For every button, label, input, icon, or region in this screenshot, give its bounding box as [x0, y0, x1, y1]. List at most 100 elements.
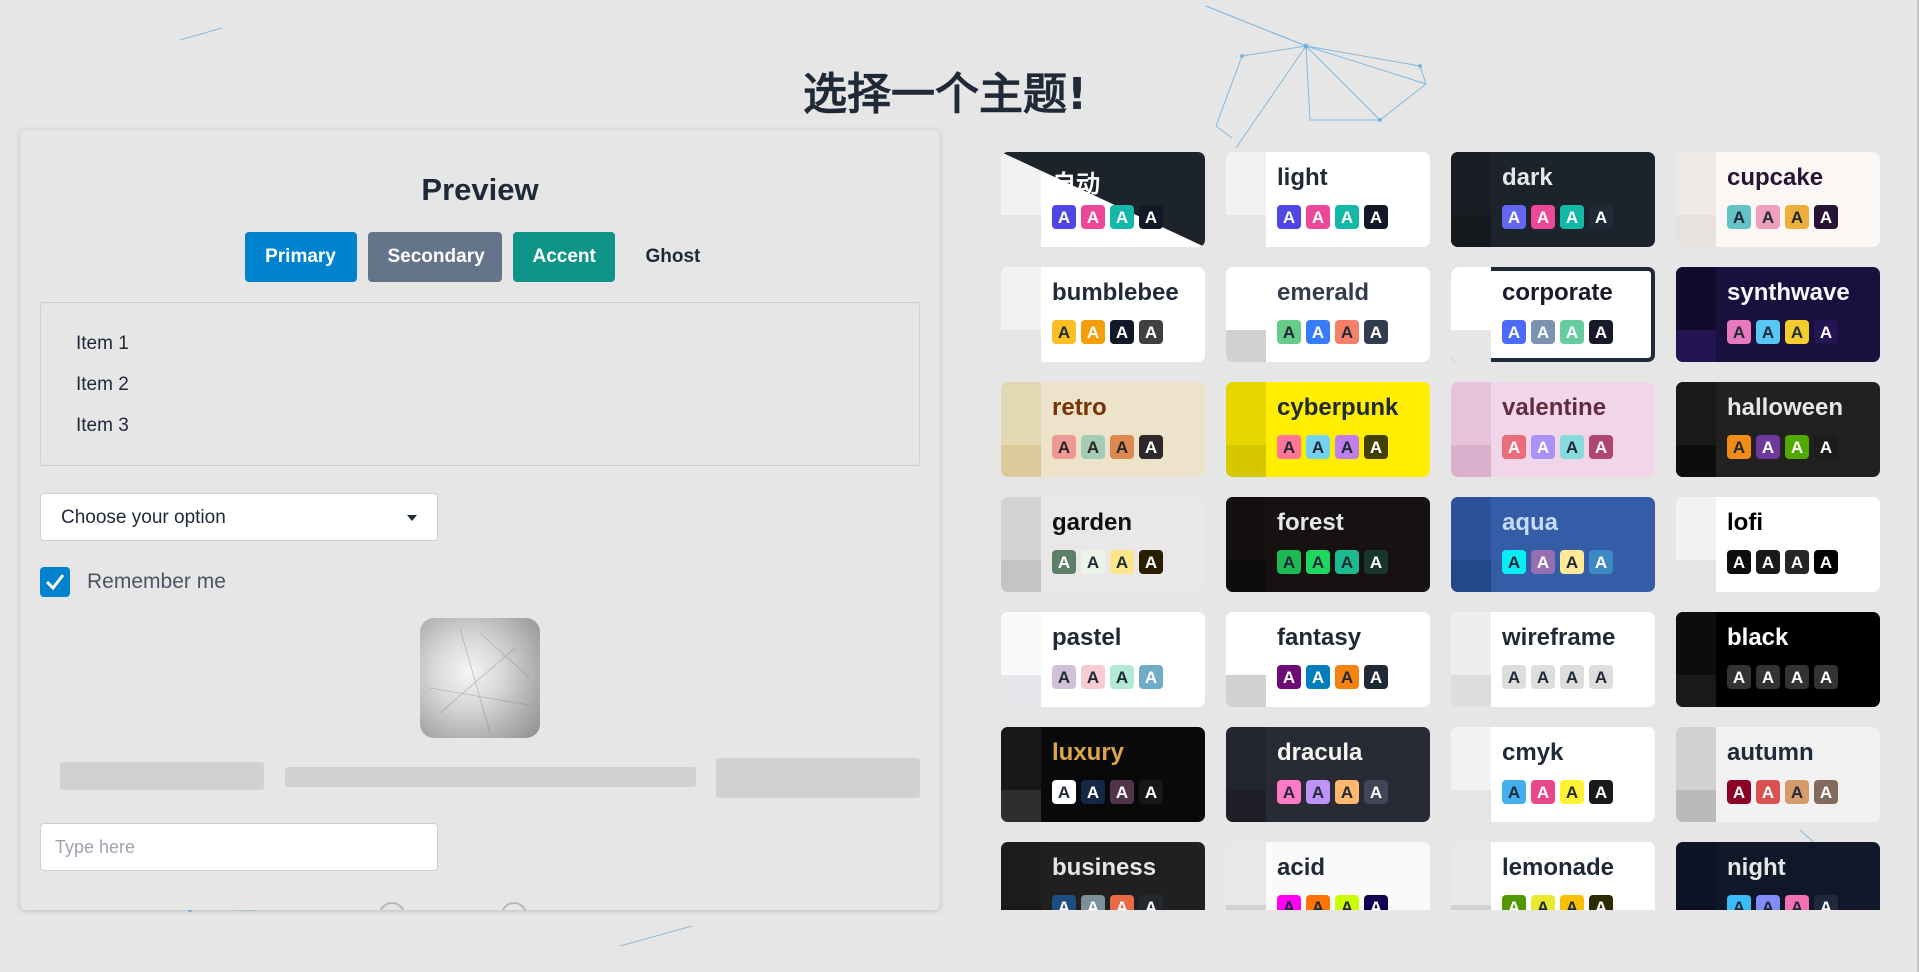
theme-swatch: A: [1139, 550, 1163, 574]
theme-swatches: AAAA: [1052, 550, 1163, 574]
list-item[interactable]: Item 2: [76, 374, 129, 396]
secondary-button[interactable]: Secondary: [367, 232, 502, 282]
remember-checkbox[interactable]: [40, 567, 70, 597]
theme-swatch: A: [1785, 550, 1809, 574]
type-here-input[interactable]: [40, 823, 438, 871]
theme-card-luxury[interactable]: luxury A A A A: [1001, 727, 1205, 822]
theme-swatch: A: [1814, 780, 1838, 804]
theme-color-strip: [1676, 905, 1716, 910]
theme-card-dark[interactable]: dark A A A A: [1451, 152, 1655, 247]
theme-card-light[interactable]: light A A A A: [1226, 152, 1430, 247]
theme-name: halloween: [1727, 394, 1844, 421]
theme-color-strip: [1451, 330, 1491, 362]
theme-swatch: A: [1785, 320, 1809, 344]
theme-swatch: A: [1364, 895, 1388, 910]
theme-swatch: A: [1727, 550, 1751, 574]
theme-swatch: A: [1756, 780, 1780, 804]
theme-card-garden[interactable]: garden A A A A: [1001, 497, 1205, 592]
theme-card-forest[interactable]: forest A A A A: [1226, 497, 1430, 592]
theme-card-black[interactable]: black A A A A: [1676, 612, 1880, 707]
theme-color-strip: [1226, 905, 1266, 910]
option-select[interactable]: Choose your option: [40, 493, 438, 541]
theme-swatch: A: [1814, 435, 1838, 459]
theme-swatch: A: [1052, 320, 1076, 344]
theme-swatch: A: [1589, 205, 1613, 229]
theme-card-lofi[interactable]: lofi A A A A: [1676, 497, 1880, 592]
theme-card-valentine[interactable]: valentine A A A A: [1451, 382, 1655, 477]
theme-card-aqua[interactable]: aqua A A A A: [1451, 497, 1655, 592]
theme-name: light: [1277, 164, 1328, 191]
theme-swatches: AAAA: [1502, 435, 1613, 459]
theme-color-strip: [1676, 445, 1716, 477]
theme-card-corporate[interactable]: corporate A A A A: [1451, 267, 1655, 362]
theme-card-dracula[interactable]: dracula A A A A: [1226, 727, 1430, 822]
theme-card-cupcake[interactable]: cupcake A A A A: [1676, 152, 1880, 247]
list-item[interactable]: Item 1: [76, 333, 129, 355]
theme-card-lemonade[interactable]: lemonade A A A A: [1451, 842, 1655, 910]
theme-name: valentine: [1502, 394, 1607, 421]
theme-card-bumblebee[interactable]: bumblebee A A A A: [1001, 267, 1205, 362]
theme-swatch: A: [1785, 435, 1809, 459]
theme-swatches: AAAA: [1502, 895, 1613, 910]
theme-card-wireframe[interactable]: wireframe A A A A: [1451, 612, 1655, 707]
theme-card-acid[interactable]: acid A A A A: [1226, 842, 1430, 910]
theme-name: cmyk: [1502, 739, 1564, 766]
theme-swatch: A: [1052, 205, 1076, 229]
theme-card-night[interactable]: night A A A A: [1676, 842, 1880, 910]
theme-color-strip: [1451, 152, 1491, 215]
theme-card-cmyk[interactable]: cmyk A A A A: [1451, 727, 1655, 822]
theme-swatch: A: [1110, 550, 1134, 574]
theme-color-strip: [1676, 675, 1716, 707]
theme-color-strip: [1451, 382, 1491, 445]
theme-swatches: AAAA: [1277, 665, 1388, 689]
theme-card-synthwave[interactable]: synthwave A A A A: [1676, 267, 1880, 362]
theme-swatch: A: [1052, 780, 1076, 804]
ghost-button[interactable]: Ghost: [626, 232, 716, 282]
theme-color-strip: [1676, 330, 1716, 362]
theme-swatch: A: [1335, 320, 1359, 344]
theme-card-retro[interactable]: retro A A A A: [1001, 382, 1205, 477]
theme-card-emerald[interactable]: emerald A A A A: [1226, 267, 1430, 362]
accent-button[interactable]: Accent: [512, 232, 615, 282]
primary-button[interactable]: Primary: [244, 232, 357, 282]
theme-card-自动[interactable]: 自动 A A A A: [1001, 152, 1205, 247]
radio-button[interactable]: [379, 902, 405, 910]
theme-swatch: A: [1364, 320, 1388, 344]
theme-swatches: AAAA: [1052, 320, 1163, 344]
theme-color-strip: [1001, 612, 1041, 675]
theme-name: bumblebee: [1052, 279, 1179, 306]
theme-swatches: AAAA: [1727, 665, 1838, 689]
theme-color-strip: [1001, 905, 1041, 910]
theme-color-strip: [1226, 612, 1266, 675]
theme-color-strip: [1676, 382, 1716, 445]
theme-card-fantasy[interactable]: fantasy A A A A: [1226, 612, 1430, 707]
theme-name: corporate: [1502, 279, 1613, 306]
theme-swatch: A: [1502, 665, 1526, 689]
theme-color-strip: [1226, 215, 1266, 247]
theme-color-strip: [1001, 842, 1041, 905]
theme-card-autumn[interactable]: autumn A A A A: [1676, 727, 1880, 822]
radio-button[interactable]: [501, 902, 527, 910]
theme-name: aqua: [1502, 509, 1559, 536]
avatar-image: [420, 618, 540, 738]
theme-color-strip: [1001, 330, 1041, 362]
theme-grid: 自动 A A A Alight A A A Adark A A A Acupcake A A A Abumble…: [1001, 152, 1881, 910]
theme-color-strip: [1676, 790, 1716, 822]
theme-swatches: AAAA: [1277, 780, 1388, 804]
theme-swatch: A: [1756, 665, 1780, 689]
theme-color-strip: [1676, 152, 1716, 215]
theme-name: dark: [1502, 164, 1553, 191]
theme-swatches: AAAA: [1502, 780, 1613, 804]
theme-card-business[interactable]: business A A A A: [1001, 842, 1205, 910]
theme-color-strip: [1451, 727, 1491, 790]
theme-card-cyberpunk[interactable]: cyberpunk A A A A: [1226, 382, 1430, 477]
theme-card-pastel[interactable]: pastel A A A A: [1001, 612, 1205, 707]
list-item[interactable]: Item 3: [76, 415, 129, 437]
theme-swatch: A: [1110, 895, 1134, 910]
theme-card-halloween[interactable]: halloween A A A A: [1676, 382, 1880, 477]
theme-swatch: A: [1335, 435, 1359, 459]
theme-color-strip: [1226, 382, 1266, 445]
theme-swatch: A: [1110, 320, 1134, 344]
theme-swatch: A: [1531, 550, 1555, 574]
theme-swatch: A: [1531, 895, 1555, 910]
